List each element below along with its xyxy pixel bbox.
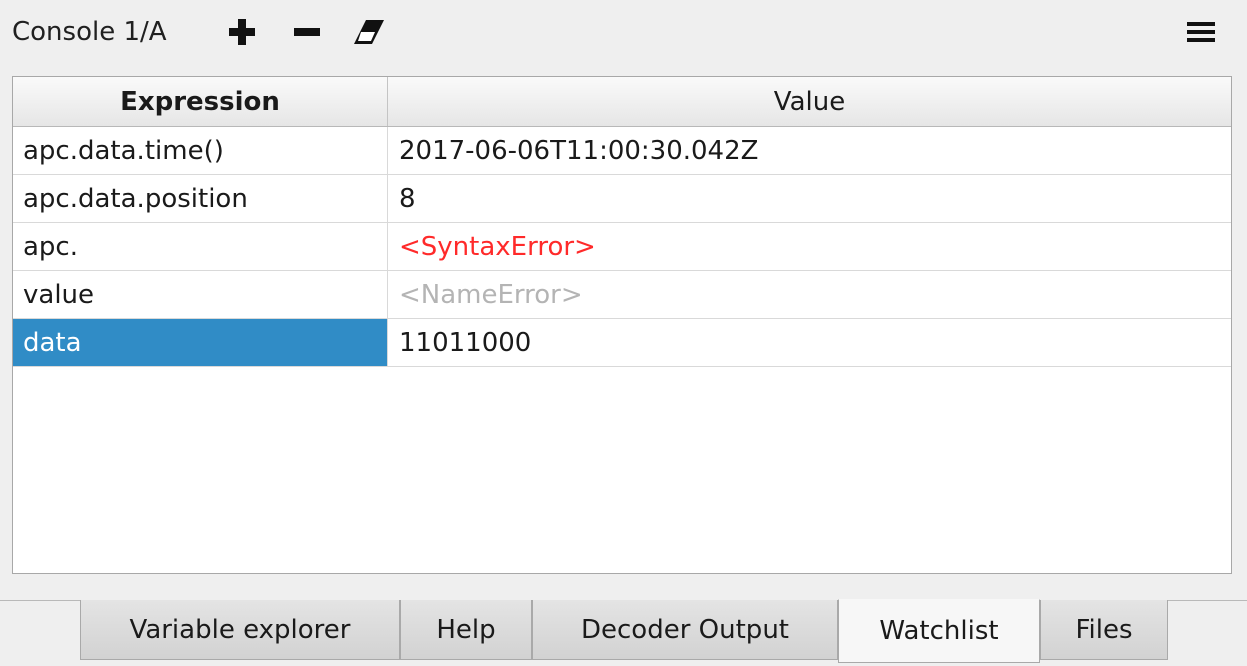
watchlist-table: Expression Value apc.data.time() 2017-06… [12,76,1232,574]
value-cell-muted: <NameError> [399,279,583,310]
table-row[interactable]: apc.data.time() 2017-06-06T11:00:30.042Z [13,127,1231,175]
console-toolbar: Console 1/A [0,0,1247,70]
table-row[interactable]: value <NameError> [13,271,1231,319]
bottom-tab-bar: Variable explorer Help Decoder Output Wa… [0,599,1247,666]
hamburger-icon-glyph [1187,22,1215,42]
expression-cell[interactable]: apc.data.position [13,175,388,222]
minus-icon-glyph [294,28,320,36]
value-cell: 2017-06-06T11:00:30.042Z [399,135,759,166]
column-header-expression[interactable]: Expression [13,77,388,126]
tab-files[interactable]: Files [1040,600,1168,660]
value-cell: 11011000 [399,327,532,358]
console-title: Console 1/A [12,17,167,47]
table-row[interactable]: apc. <SyntaxError> [13,223,1231,271]
expression-cell[interactable]: apc.data.time() [13,127,388,174]
value-cell-error: <SyntaxError> [399,231,596,262]
add-icon[interactable] [224,14,260,50]
column-header-value[interactable]: Value [388,77,1231,126]
menu-icon[interactable] [1183,14,1219,50]
value-cell: 8 [399,183,416,214]
expression-cell[interactable]: data [13,319,388,366]
remove-icon[interactable] [289,14,325,50]
expression-cell[interactable]: value [13,271,388,318]
tab-watchlist[interactable]: Watchlist [838,599,1040,663]
expression-cell[interactable]: apc. [13,223,388,270]
table-row-selected[interactable]: data 11011000 [13,319,1231,367]
watchlist-pane: Console 1/A Expression Value apc.data.ti… [0,0,1247,666]
table-header: Expression Value [13,77,1231,127]
clear-icon[interactable] [351,14,387,50]
tab-variable-explorer[interactable]: Variable explorer [80,600,400,660]
table-row[interactable]: apc.data.position 8 [13,175,1231,223]
plus-icon-glyph [229,19,255,45]
eraser-icon-glyph [354,20,384,44]
tab-decoder-output[interactable]: Decoder Output [532,600,838,660]
tab-help[interactable]: Help [400,600,532,660]
